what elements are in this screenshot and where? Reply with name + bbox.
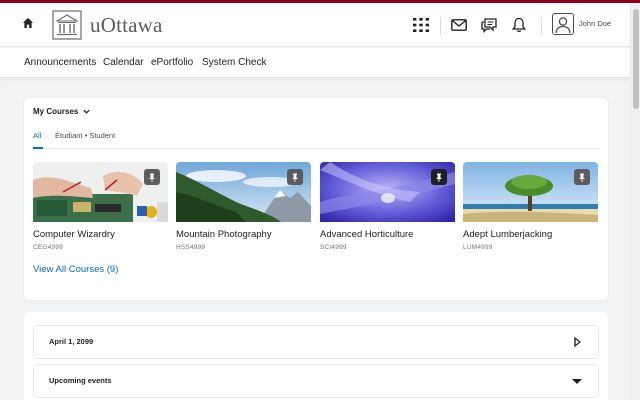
- main-nav: Announcements Calendar ePortfolio System…: [0, 48, 630, 78]
- course-name[interactable]: Adept Lumberjacking: [463, 229, 598, 240]
- chevron-down-icon: [83, 109, 90, 114]
- course-code: LUM4999: [463, 244, 493, 251]
- tab-all[interactable]: All: [33, 131, 41, 140]
- course-code: SCI4999: [320, 244, 347, 251]
- my-courses-widget: My Courses All Étudiant • Student Comput…: [24, 98, 608, 300]
- active-tab-indicator: [33, 147, 43, 149]
- scrollbar-thumb[interactable]: [633, 9, 639, 109]
- course-name[interactable]: Mountain Photography: [176, 229, 311, 240]
- tab-etudiant-student[interactable]: Étudiant • Student: [55, 131, 115, 140]
- course-name[interactable]: Advanced Horticulture: [320, 229, 455, 240]
- course-image-tree: [463, 162, 598, 222]
- my-courses-title: My Courses: [33, 107, 79, 116]
- bell-icon[interactable]: [507, 13, 531, 37]
- home-icon[interactable]: [22, 17, 34, 29]
- my-courses-dropdown[interactable]: My Courses: [33, 107, 90, 116]
- logo-text: uOttawa: [90, 12, 163, 37]
- nav-item-eportfolio[interactable]: ePortfolio: [151, 57, 193, 68]
- nav-item-system-check[interactable]: System Check: [202, 57, 266, 68]
- date-row[interactable]: April 1, 2099: [33, 325, 599, 359]
- view-all-courses-link[interactable]: View All Courses (9): [33, 264, 118, 275]
- course-tile[interactable]: Advanced Horticulture SCI4999: [320, 162, 455, 251]
- upcoming-events-label: Upcoming events: [49, 376, 112, 385]
- course-tabs: All Étudiant • Student: [33, 131, 599, 149]
- upcoming-events-row[interactable]: Upcoming events: [33, 364, 599, 398]
- pin-icon[interactable]: [431, 169, 447, 185]
- header-divider: [440, 17, 441, 35]
- pin-icon[interactable]: [287, 169, 303, 185]
- course-image-electronics: [33, 162, 168, 222]
- page-scrollbar[interactable]: [630, 3, 640, 400]
- waffle-grid-icon[interactable]: [409, 13, 433, 37]
- nav-item-announcements[interactable]: Announcements: [24, 57, 96, 68]
- course-tile[interactable]: Mountain Photography HSS4999: [176, 162, 311, 251]
- top-header: uOttawa John Doe: [0, 3, 630, 47]
- course-code: CEG4999: [33, 244, 63, 251]
- nav-item-calendar[interactable]: Calendar: [103, 57, 144, 68]
- header-divider: [541, 17, 542, 35]
- play-outline-icon[interactable]: [572, 337, 582, 347]
- mail-icon[interactable]: [447, 13, 471, 37]
- events-widget: April 1, 2099 Upcoming events: [24, 312, 608, 400]
- course-name[interactable]: Computer Wizardry: [33, 229, 168, 240]
- user-name[interactable]: John Doe: [579, 19, 611, 28]
- date-label: April 1, 2099: [49, 337, 94, 346]
- uottawa-logo[interactable]: uOttawa: [52, 8, 163, 42]
- caret-down-icon[interactable]: [572, 376, 582, 386]
- course-image-flower: [320, 162, 455, 222]
- course-tile[interactable]: Computer Wizardry CEG4999: [33, 162, 168, 251]
- course-tile[interactable]: Adept Lumberjacking LUM4999: [463, 162, 598, 251]
- logo-building-icon: [52, 10, 82, 40]
- user-avatar-icon[interactable]: [552, 13, 574, 35]
- course-code: HSS4999: [176, 244, 206, 251]
- pin-icon[interactable]: [574, 169, 590, 185]
- pin-icon[interactable]: [144, 169, 160, 185]
- chat-icon[interactable]: [477, 13, 501, 37]
- course-image-mountains: [176, 162, 311, 222]
